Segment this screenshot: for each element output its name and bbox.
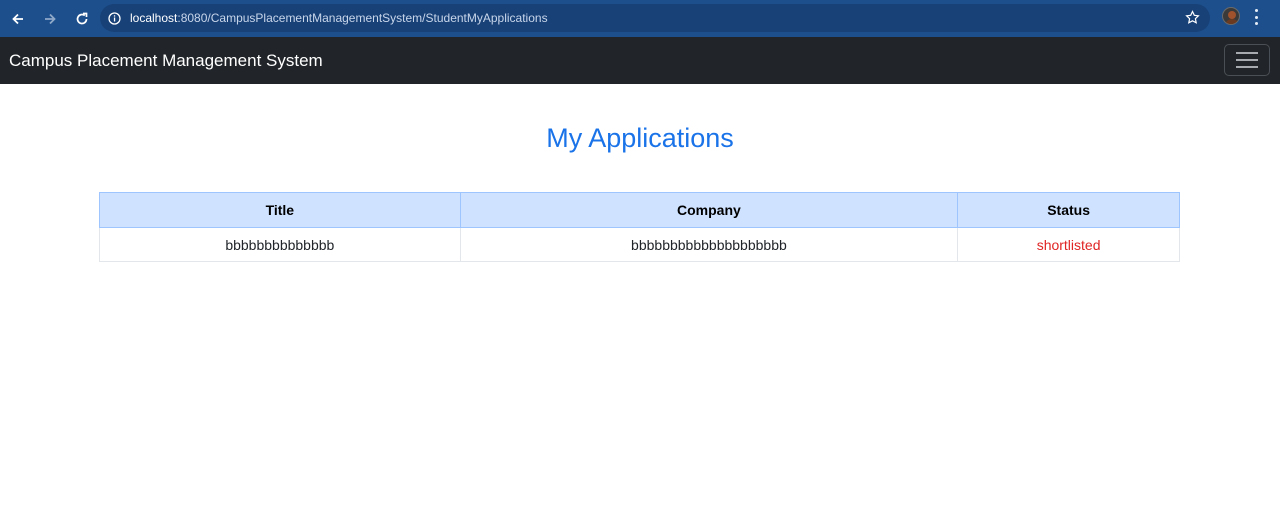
cell-company: bbbbbbbbbbbbbbbbbbbb xyxy=(459,227,959,262)
url-text: localhost:8080/CampusPlacementManagement… xyxy=(130,11,548,25)
table-header-row: Title Company Status xyxy=(99,192,1180,228)
arrow-left-icon xyxy=(12,13,23,24)
applications-table: Title Company Status bbbbbbbbbbbbbb bbbb… xyxy=(99,192,1180,262)
url-host: localhost xyxy=(130,11,178,25)
table-row: bbbbbbbbbbbbbb bbbbbbbbbbbbbbbbbbbb shor… xyxy=(99,227,1180,262)
bookmark-star-icon[interactable] xyxy=(1185,10,1200,30)
url-path: :8080/CampusPlacementManagementSystem/St… xyxy=(177,11,548,25)
reload-button[interactable] xyxy=(67,4,97,34)
page-title: My Applications xyxy=(546,123,734,153)
forward-button[interactable] xyxy=(35,4,65,34)
profile-avatar[interactable] xyxy=(1222,7,1240,25)
column-header-title: Title xyxy=(99,192,461,228)
browser-menu-icon[interactable] xyxy=(1254,9,1258,25)
hamburger-icon xyxy=(1236,52,1258,54)
cell-title: bbbbbbbbbbbbbb xyxy=(99,227,461,262)
navbar-toggler-button[interactable] xyxy=(1224,44,1270,76)
navbar-brand[interactable]: Campus Placement Management System xyxy=(9,51,323,71)
site-info-icon[interactable] xyxy=(107,11,121,25)
column-header-company: Company xyxy=(459,192,959,228)
cell-status: shortlisted xyxy=(957,227,1180,262)
browser-toolbar: localhost:8080/CampusPlacementManagement… xyxy=(0,0,1280,37)
arrow-right-icon xyxy=(45,13,56,24)
back-button[interactable] xyxy=(3,4,33,34)
column-header-status: Status xyxy=(957,192,1180,228)
reload-icon xyxy=(76,12,88,24)
app-navbar: Campus Placement Management System xyxy=(0,37,1280,84)
address-bar[interactable]: localhost:8080/CampusPlacementManagement… xyxy=(100,4,1210,32)
